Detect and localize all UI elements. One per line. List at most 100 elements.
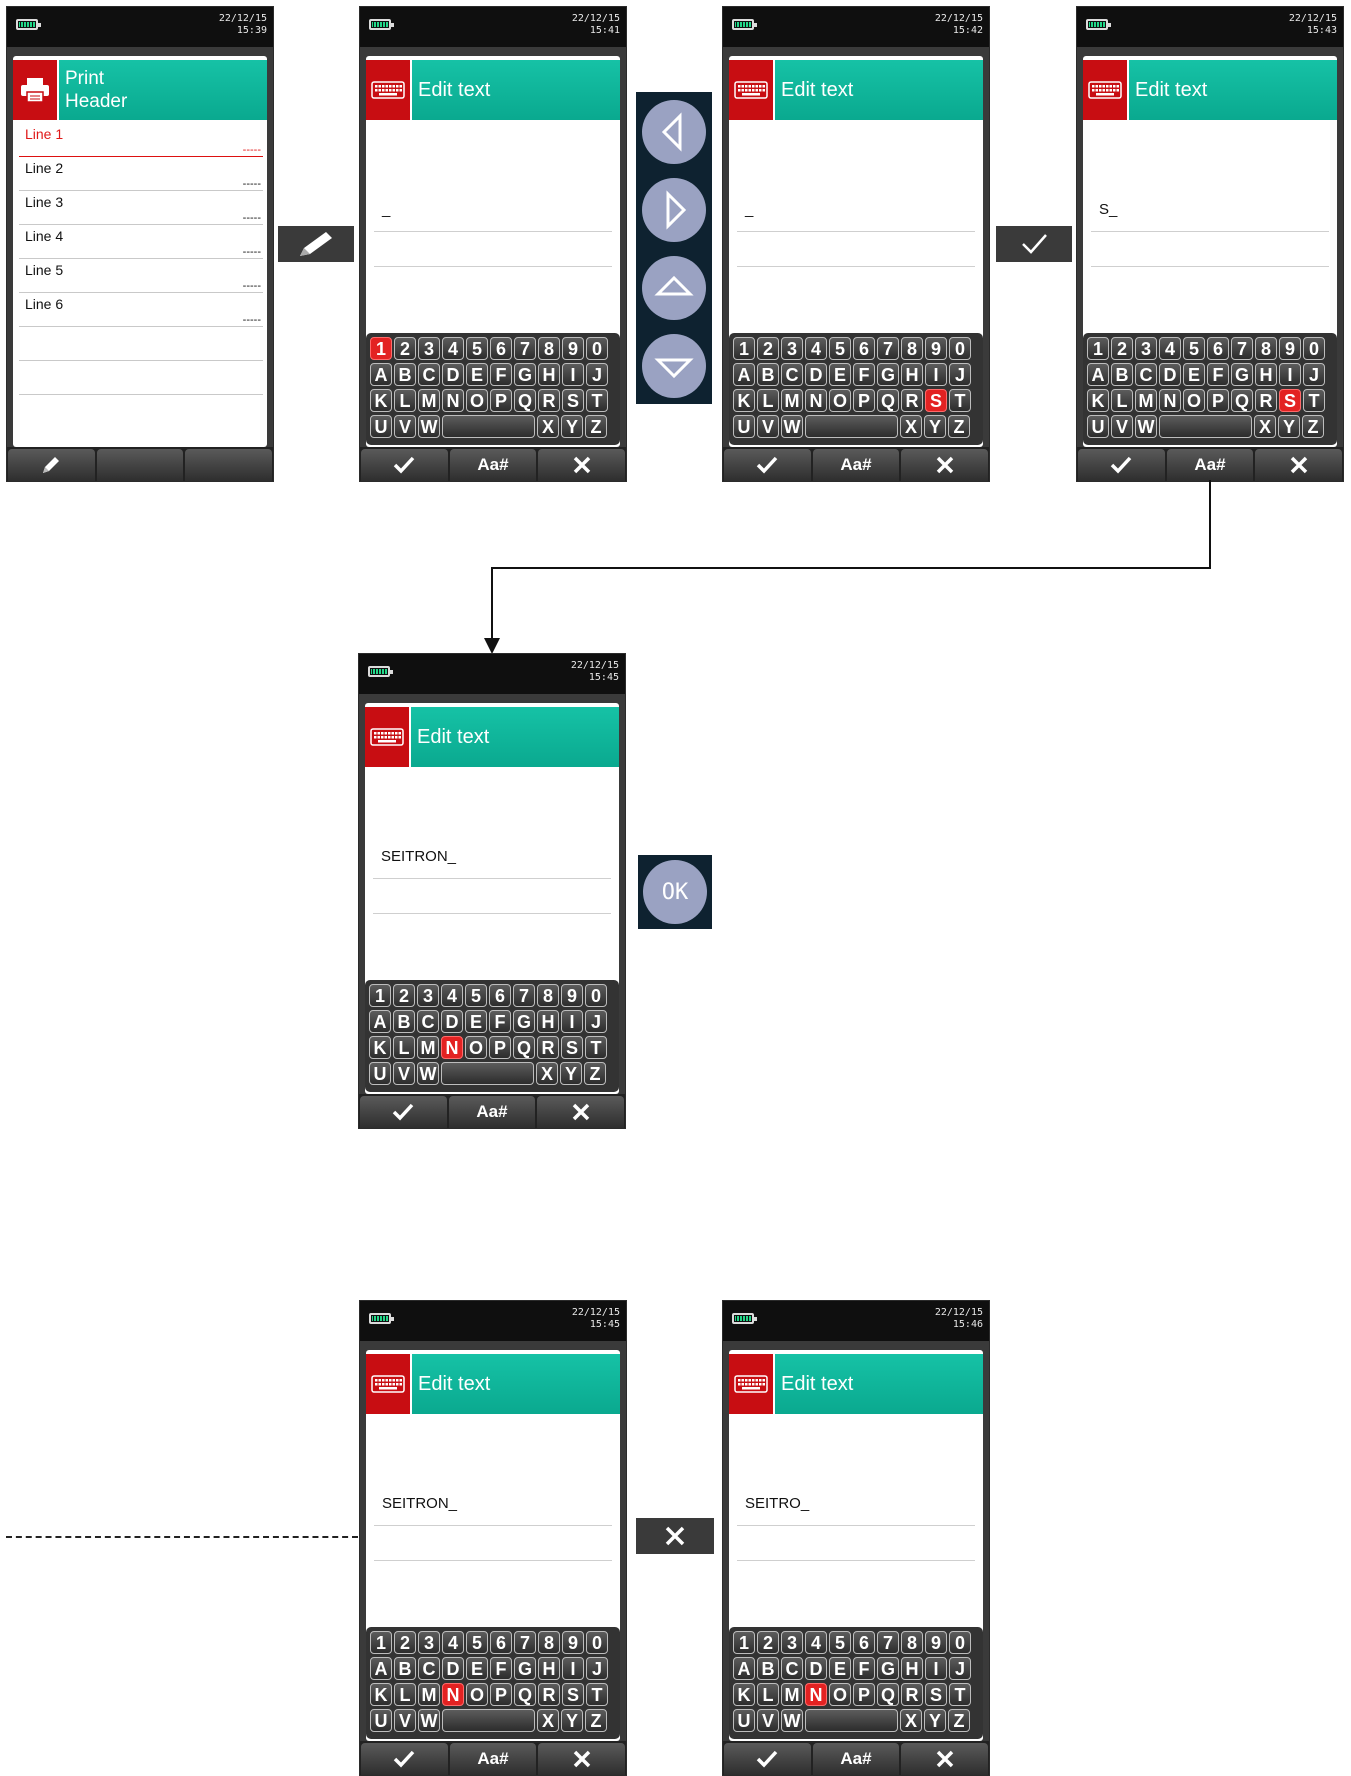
key[interactable]: V (394, 1709, 416, 1732)
key-selected[interactable]: N (441, 1036, 463, 1059)
key[interactable]: V (757, 415, 779, 438)
text-input-second-line[interactable] (373, 883, 611, 914)
key[interactable]: B (394, 1657, 416, 1680)
key[interactable]: Z (585, 1709, 607, 1732)
key[interactable]: X (900, 1709, 922, 1732)
key[interactable]: 1 (733, 1631, 755, 1654)
key[interactable]: 9 (1279, 337, 1301, 360)
key[interactable]: 6 (853, 337, 875, 360)
key[interactable]: 7 (514, 337, 536, 360)
key[interactable]: X (536, 1062, 558, 1085)
key[interactable]: P (853, 1683, 875, 1706)
key[interactable]: Z (1302, 415, 1324, 438)
key[interactable]: Q (877, 1683, 899, 1706)
left-arrow-button[interactable] (642, 100, 706, 164)
key[interactable]: U (733, 415, 755, 438)
header-line-6[interactable]: Line 6 ----- (19, 294, 263, 327)
confirm-button[interactable] (724, 1743, 811, 1775)
key[interactable]: X (900, 415, 922, 438)
key[interactable]: K (733, 389, 755, 412)
key[interactable]: P (489, 1036, 511, 1059)
key[interactable]: U (1087, 415, 1109, 438)
key[interactable]: P (853, 389, 875, 412)
key[interactable]: A (370, 363, 392, 386)
key[interactable]: T (586, 389, 608, 412)
key[interactable]: J (949, 1657, 971, 1680)
key[interactable]: V (394, 415, 416, 438)
key[interactable]: R (538, 389, 560, 412)
delete-action-button[interactable] (636, 1518, 714, 1554)
key[interactable]: B (1111, 363, 1133, 386)
key[interactable]: 5 (829, 1631, 851, 1654)
key[interactable]: 6 (489, 984, 511, 1007)
key[interactable]: C (417, 1010, 439, 1033)
key[interactable]: Q (514, 1683, 536, 1706)
key[interactable]: Y (924, 415, 946, 438)
key[interactable]: Z (948, 415, 970, 438)
confirm-action-button[interactable] (996, 226, 1072, 262)
key[interactable]: 2 (1111, 337, 1133, 360)
text-input[interactable]: _ (737, 202, 975, 232)
key[interactable]: I (562, 1657, 584, 1680)
key[interactable]: A (369, 1010, 391, 1033)
key[interactable]: J (1303, 363, 1325, 386)
key-selected[interactable]: 1 (370, 337, 392, 360)
key[interactable]: V (757, 1709, 779, 1732)
text-input-second-line[interactable] (737, 1530, 975, 1561)
key[interactable]: 5 (466, 337, 488, 360)
key[interactable]: G (877, 363, 899, 386)
key[interactable]: O (1183, 389, 1205, 412)
key[interactable]: 8 (901, 337, 923, 360)
key[interactable]: U (370, 1709, 392, 1732)
text-input[interactable]: S_ (1091, 202, 1329, 232)
key[interactable]: Y (1278, 415, 1300, 438)
key[interactable]: 2 (393, 984, 415, 1007)
header-line-3[interactable]: Line 3 ----- (19, 192, 263, 225)
key[interactable]: L (757, 1683, 779, 1706)
confirm-button[interactable] (361, 449, 448, 481)
key[interactable]: I (925, 1657, 947, 1680)
key[interactable]: 2 (394, 337, 416, 360)
key[interactable]: B (757, 363, 779, 386)
space-key[interactable] (442, 415, 535, 438)
text-input-second-line[interactable] (737, 236, 975, 267)
key[interactable]: 0 (586, 337, 608, 360)
key[interactable]: G (514, 1657, 536, 1680)
case-toggle-button[interactable]: Aa# (449, 449, 537, 481)
key[interactable]: 1 (370, 1631, 392, 1654)
key[interactable]: T (586, 1683, 608, 1706)
space-key[interactable] (442, 1709, 535, 1732)
header-line-5[interactable]: Line 5 ----- (19, 260, 263, 293)
key[interactable]: 9 (562, 1631, 584, 1654)
key[interactable]: 2 (394, 1631, 416, 1654)
key[interactable]: 3 (418, 1631, 440, 1654)
key[interactable]: D (1159, 363, 1181, 386)
down-arrow-button[interactable] (642, 334, 706, 398)
key[interactable]: W (418, 1709, 440, 1732)
key[interactable]: 7 (1231, 337, 1253, 360)
key[interactable]: T (585, 1036, 607, 1059)
key[interactable]: Y (561, 1709, 583, 1732)
key[interactable]: Q (514, 389, 536, 412)
up-arrow-button[interactable] (642, 256, 706, 320)
empty-button[interactable] (185, 449, 273, 481)
edit-button[interactable] (8, 449, 95, 481)
key[interactable]: L (394, 1683, 416, 1706)
key[interactable]: T (1303, 389, 1325, 412)
confirm-button[interactable] (724, 449, 811, 481)
cancel-button[interactable] (538, 1743, 626, 1775)
key[interactable]: E (1183, 363, 1205, 386)
key[interactable]: 7 (513, 984, 535, 1007)
key[interactable]: D (442, 363, 464, 386)
key[interactable]: K (733, 1683, 755, 1706)
key[interactable]: H (901, 363, 923, 386)
key[interactable]: W (781, 415, 803, 438)
key[interactable]: C (1135, 363, 1157, 386)
cancel-button[interactable] (538, 449, 626, 481)
key[interactable]: A (733, 363, 755, 386)
key[interactable]: V (393, 1062, 415, 1085)
key[interactable]: 7 (877, 337, 899, 360)
key[interactable]: J (585, 1010, 607, 1033)
confirm-button[interactable] (1078, 449, 1165, 481)
key[interactable]: Q (1231, 389, 1253, 412)
